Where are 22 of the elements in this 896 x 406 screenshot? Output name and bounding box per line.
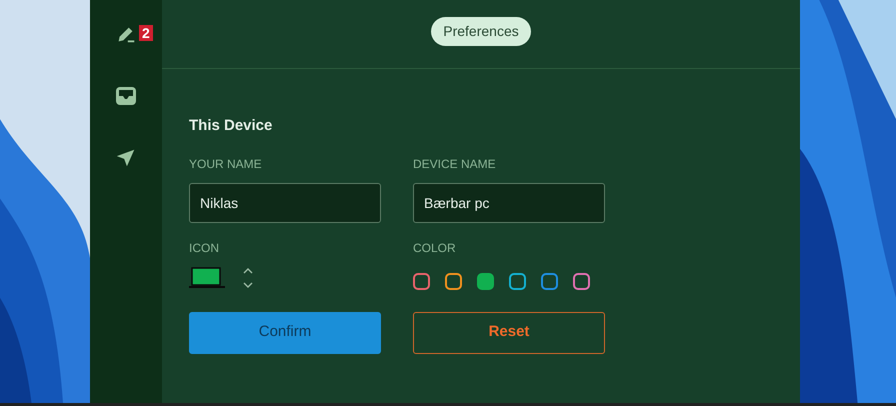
section-title: This Device	[189, 116, 274, 136]
up-down-icon[interactable]	[243, 266, 253, 288]
field-label: COLOR	[413, 240, 457, 256]
color-swatch[interactable]	[509, 272, 526, 290]
laptop-icon	[189, 266, 225, 288]
color-swatch[interactable]	[477, 272, 494, 290]
inbox-icon	[114, 84, 138, 108]
notification-badge: 2	[139, 25, 153, 41]
field-label: ICON	[189, 240, 220, 256]
text-field[interactable]: Niklas	[189, 182, 381, 222]
field-label: DEVICE NAME	[413, 156, 497, 172]
color-swatch[interactable]	[445, 272, 462, 290]
confirm-button[interactable]: Confirm	[189, 312, 381, 354]
color-swatch[interactable]	[413, 272, 430, 290]
reset-button[interactable]: Reset	[413, 312, 605, 354]
text-field[interactable]: Bærbar pc	[413, 182, 605, 222]
preferences-pill: Preferences	[431, 16, 531, 46]
color-swatch[interactable]	[573, 272, 590, 290]
send-icon	[115, 147, 137, 169]
field-label: YOUR NAME	[189, 156, 263, 172]
color-swatch[interactable]	[541, 272, 558, 290]
sidebar-item[interactable]	[114, 84, 138, 108]
